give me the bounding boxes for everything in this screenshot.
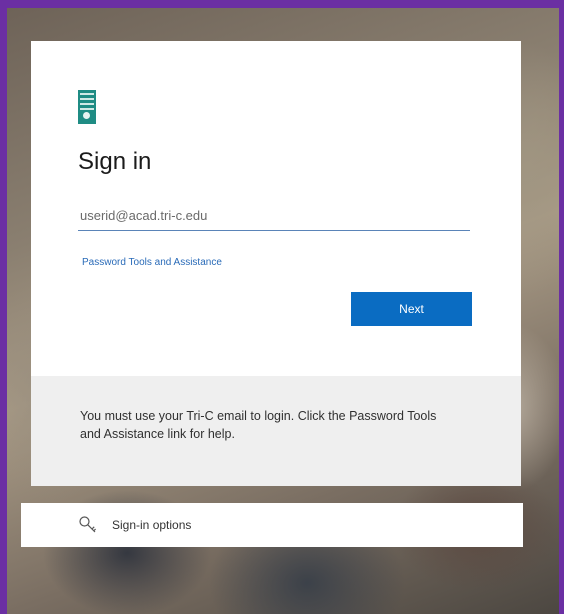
signin-card-body: Sign in Password Tools and Assistance Ne… [31,41,521,376]
email-field[interactable] [78,201,470,231]
college-logo [78,90,96,124]
page-title: Sign in [78,148,152,175]
password-tools-link[interactable]: Password Tools and Assistance [82,257,222,268]
signin-options-button[interactable]: Sign-in options [21,503,523,547]
footer-message: You must use your Tri-C email to login. … [80,409,437,441]
signin-card: Sign in Password Tools and Assistance Ne… [31,41,521,486]
key-icon [78,515,98,535]
signin-options-label: Sign-in options [112,518,192,532]
next-button[interactable]: Next [351,292,472,326]
signin-footer-panel: You must use your Tri-C email to login. … [31,376,521,486]
background-photo: Sign in Password Tools and Assistance Ne… [7,8,559,614]
